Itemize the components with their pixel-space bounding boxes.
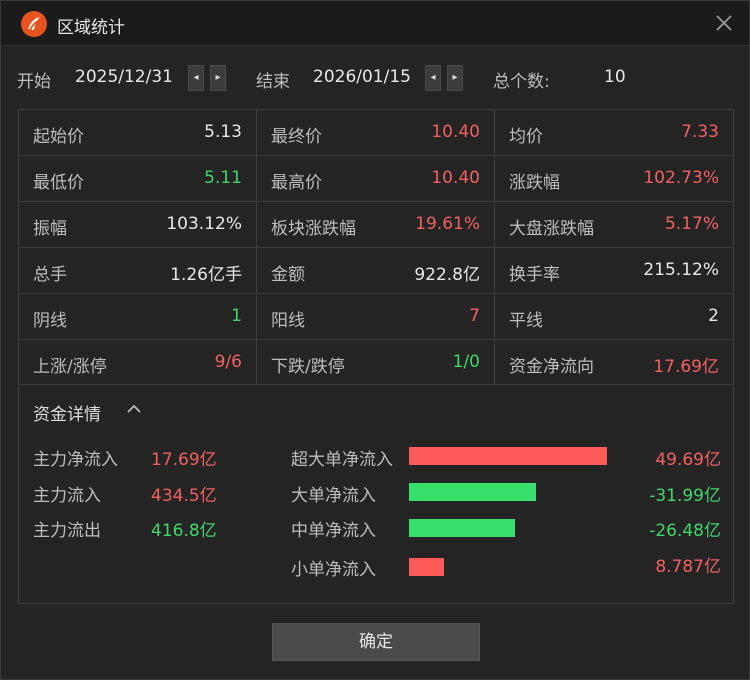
stat-value: 9/6 [214,352,242,372]
stat-cell: 最高价 10.40 [257,156,495,201]
stat-label: 金额 [271,265,305,285]
order-flow-value: -26.48亿 [649,521,721,541]
close-icon[interactable] [711,10,737,36]
stat-cell: 阳线 7 [257,294,495,339]
order-flow-label: 小单净流入 [291,560,376,580]
stat-label: 上涨/涨停 [33,357,107,377]
stats-row: 最低价 5.11 最高价 10.40 涨跌幅 102.73% [19,156,733,202]
order-flow-bar [409,558,444,576]
stat-value: 5.17% [664,214,719,234]
stat-cell: 涨跌幅 102.73% [495,156,733,201]
stat-label: 资金净流向 [509,357,594,377]
stat-cell: 平线 2 [495,294,733,339]
start-label: 开始 [17,72,51,92]
stat-value: 5.13 [204,122,242,142]
count-label: 总个数: [493,72,550,92]
stat-cell: 下跌/跌停 1/0 [257,340,495,385]
order-flow-bar [409,519,515,537]
stats-row: 阴线 1 阳线 7 平线 2 [19,294,733,340]
stat-cell: 上涨/涨停 9/6 [19,340,257,385]
stat-label: 均价 [509,127,543,147]
stats-grid: 起始价 5.13 最终价 10.40 均价 7.33 最低价 5.11 最高价 10.40… [18,109,734,385]
main-inflow-value: 434.5亿 [151,486,217,506]
stat-cell: 最终价 10.40 [257,110,495,155]
stat-label: 板块涨跌幅 [271,219,356,239]
stat-label: 振幅 [33,219,67,239]
end-label: 结束 [256,72,290,92]
order-flow-value: 8.787亿 [655,557,721,577]
stat-label: 换手率 [509,265,560,285]
title-bar: 区域统计 [1,1,749,46]
stat-value: 2 [708,306,719,326]
stat-value: 5.11 [204,168,242,188]
stat-cell: 均价 7.33 [495,110,733,155]
stat-label: 阳线 [271,311,305,331]
funds-detail-title: 资金详情 [33,405,101,425]
date-range-bar: 开始 2025/12/31 ◂ ▸ 结束 2026/01/15 ◂ ▸ 总个数:… [1,45,749,109]
stat-label: 大盘涨跌幅 [509,219,594,239]
order-flow-label: 大单净流入 [291,486,376,506]
order-flow-bar [409,447,607,465]
stat-label: 总手 [33,265,67,285]
main-net-inflow-value: 17.69亿 [151,450,217,470]
stat-value: 1.26亿手 [170,265,242,285]
stat-cell: 总手 1.26亿手 [19,248,257,293]
dialog-title: 区域统计 [57,18,125,38]
stat-cell: 起始价 5.13 [19,110,257,155]
stat-value: 19.61% [415,214,480,234]
stat-label: 涨跌幅 [509,173,560,193]
stat-value: 922.8亿 [414,265,480,285]
main-outflow-label: 主力流出 [33,521,101,541]
stat-cell: 金额 922.8亿 [257,248,495,293]
stat-cell: 板块涨跌幅 19.61% [257,202,495,247]
stat-label: 起始价 [33,127,84,147]
chevron-up-icon[interactable] [125,400,143,422]
main-net-inflow-label: 主力净流入 [33,450,118,470]
order-flow-value: 49.69亿 [655,450,721,470]
count-value: 10 [604,67,626,87]
stat-value: 10.40 [431,168,480,188]
end-date[interactable]: 2026/01/15 [313,67,411,87]
stat-value: 215.12% [643,260,719,280]
stat-value: 10.40 [431,122,480,142]
start-prev-button[interactable]: ◂ [188,65,204,91]
stats-row: 上涨/涨停 9/6 下跌/跌停 1/0 资金净流向 17.69亿 [19,340,733,385]
order-flow-label: 中单净流入 [291,521,376,541]
stat-value: 17.69亿 [653,357,719,377]
stat-label: 下跌/跌停 [271,357,345,377]
stats-row: 起始价 5.13 最终价 10.40 均价 7.33 [19,110,733,156]
stats-row: 总手 1.26亿手 金额 922.8亿 换手率 215.12% [19,248,733,294]
main-outflow-value: 416.8亿 [151,521,217,541]
stat-cell: 大盘涨跌幅 5.17% [495,202,733,247]
stat-cell: 振幅 103.12% [19,202,257,247]
stat-value: 7 [469,306,480,326]
dialog-window: 区域统计 开始 2025/12/31 ◂ ▸ 结束 2026/01/15 ◂ ▸… [0,0,750,680]
stat-value: 7.33 [681,122,719,142]
start-next-button[interactable]: ▸ [210,65,226,91]
stat-label: 阴线 [33,311,67,331]
stat-label: 平线 [509,311,543,331]
confirm-button[interactable]: 确定 [272,623,480,661]
stat-cell: 换手率 215.12% [495,248,733,293]
stat-cell: 最低价 5.11 [19,156,257,201]
stat-cell: 资金净流向 17.69亿 [495,340,733,385]
main-inflow-label: 主力流入 [33,486,101,506]
stat-value: 102.73% [643,168,719,188]
end-prev-button[interactable]: ◂ [425,65,441,91]
stat-label: 最高价 [271,173,322,193]
order-flow-value: -31.99亿 [649,486,721,506]
order-flow-label: 超大单净流入 [291,450,393,470]
stat-value: 103.12% [166,214,242,234]
brand-logo-icon [21,11,47,37]
stats-row: 振幅 103.12% 板块涨跌幅 19.61% 大盘涨跌幅 5.17% [19,202,733,248]
start-date[interactable]: 2025/12/31 [75,67,173,87]
funds-detail-panel: 资金详情 主力净流入 17.69亿 主力流入 434.5亿 主力流出 416.8… [18,383,734,604]
stat-value: 1/0 [452,352,480,372]
stat-cell: 阴线 1 [19,294,257,339]
stat-label: 最低价 [33,173,84,193]
end-next-button[interactable]: ▸ [447,65,463,91]
stat-label: 最终价 [271,127,322,147]
order-flow-bar [409,483,536,501]
stat-value: 1 [231,306,242,326]
